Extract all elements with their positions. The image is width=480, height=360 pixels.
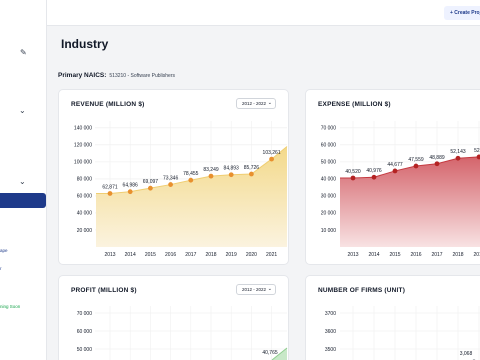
- y-tick-label: 40 000: [321, 177, 337, 183]
- revenue-point: [269, 156, 274, 162]
- revenue-point: [168, 182, 173, 187]
- profit-data-label: 40,765: [262, 350, 278, 356]
- revenue-data-label: 69,097: [143, 179, 159, 185]
- y-tick-label: 20 000: [321, 211, 337, 217]
- y-tick-label: 70 000: [77, 311, 93, 317]
- chevron-down-icon[interactable]: ⌄: [19, 107, 26, 115]
- revenue-card: REVENUE (MILLION $) 2012 - 2022 ⌄ 140 00…: [58, 89, 289, 265]
- y-tick-label: 3500: [325, 347, 336, 353]
- y-tick-label: 100 000: [74, 160, 92, 166]
- x-tick-label: 2018: [205, 252, 216, 258]
- y-tick-label: 60 000: [77, 194, 93, 200]
- firms-data-label: 3,068: [460, 351, 473, 357]
- expense-point: [350, 175, 356, 181]
- sidebar-item-ape[interactable]: ape: [0, 248, 8, 253]
- coming-soon-label: ning Soon: [0, 304, 21, 309]
- chevron-down-icon[interactable]: ⌄: [19, 178, 26, 186]
- expense-point: [371, 174, 377, 180]
- revenue-data-label: 84,893: [224, 166, 240, 172]
- expense-point: [455, 155, 461, 161]
- y-tick-label: 60 000: [77, 329, 93, 335]
- x-tick-label: 2017: [185, 252, 196, 258]
- create-project-button[interactable]: + Create Proj: [444, 6, 480, 20]
- y-tick-label: 120 000: [74, 143, 92, 149]
- sidebar-item-selected[interactable]: [0, 193, 46, 208]
- revenue-data-label: 83,249: [203, 167, 219, 173]
- expense-area: [340, 156, 480, 247]
- revenue-data-label: 78,455: [183, 171, 199, 177]
- profit-card: PROFIT (MILLION $) 2012 - 2022 ⌄ 70 000 6…: [58, 275, 289, 360]
- revenue-point: [249, 171, 254, 177]
- y-tick-label: 30 000: [321, 194, 337, 200]
- y-tick-label: 140 000: [74, 126, 92, 132]
- firms-chart: 3700 3600 3500 3,068: [325, 306, 480, 360]
- y-tick-label: 50 000: [321, 160, 337, 166]
- revenue-point: [188, 177, 194, 183]
- x-tick-label: 2021: [266, 252, 277, 258]
- x-tick-label: 2014: [368, 252, 379, 258]
- y-tick-label: 60 000: [321, 143, 337, 149]
- x-tick-label: 2015: [145, 252, 156, 258]
- y-tick-label: 3700: [325, 311, 336, 317]
- x-tick-label: 2019: [473, 252, 480, 258]
- naics-label: Primary NAICS:: [58, 72, 107, 79]
- y-tick-label: 10 000: [321, 228, 337, 234]
- x-tick-label: 2013: [347, 252, 358, 258]
- y-tick-label: 20 000: [77, 228, 93, 234]
- expense-data-label: 40,976: [366, 168, 382, 174]
- page-title: Industry: [61, 37, 109, 51]
- x-tick-label: 2016: [165, 252, 176, 258]
- y-tick-label: 80 000: [77, 177, 93, 183]
- expense-data-label: 52,9: [474, 148, 480, 154]
- x-tick-label: 2015: [389, 252, 400, 258]
- main-content: + Create Proj Industry Primary NAICS: 513…: [47, 0, 480, 360]
- y-tick-label: 3600: [325, 329, 336, 335]
- expense-chart: 70 000 60 000 50 000 40 000 30 000 20 000 10 0…: [321, 121, 480, 258]
- revenue-chart: 140 000 120 000 100 000 80 000 60 000 40 000 2…: [74, 121, 288, 258]
- revenue-data-label: 103,261: [263, 150, 281, 156]
- revenue-point: [127, 189, 133, 195]
- revenue-data-label: 85,726: [244, 165, 260, 171]
- expense-data-label: 40,520: [345, 169, 361, 175]
- expense-data-label: 47,559: [408, 157, 424, 163]
- x-tick-label: 2013: [104, 252, 115, 258]
- x-tick-label: 2020: [246, 252, 257, 258]
- expense-point: [413, 163, 419, 169]
- x-tick-label: 2018: [452, 252, 463, 258]
- edit-icon[interactable]: ✎: [20, 49, 27, 57]
- sidebar-item-r[interactable]: r: [0, 266, 2, 271]
- sidebar: ✎ ⌄ ⌄ ape r ning Soon: [0, 0, 47, 360]
- y-tick-label: 70 000: [321, 126, 337, 132]
- naics-value: 513210 - Software Publishers: [109, 73, 175, 79]
- revenue-data-label: 73,346: [163, 176, 179, 182]
- expense-data-label: 52,143: [450, 149, 466, 155]
- primary-naics: Primary NAICS: 513210 - Software Publishe…: [58, 72, 175, 79]
- x-tick-label: 2017: [431, 252, 442, 258]
- x-tick-label: 2014: [125, 252, 136, 258]
- revenue-data-label: 64,986: [123, 183, 139, 189]
- y-tick-label: 50 000: [77, 347, 93, 353]
- revenue-point: [228, 172, 234, 178]
- y-tick-label: 40 000: [77, 211, 93, 217]
- expense-data-label: 48,889: [429, 155, 445, 161]
- firms-card: NUMBER OF FIRMS (UNIT) 3700 3600 3500 3,068: [305, 275, 480, 360]
- expense-point: [434, 161, 440, 167]
- x-tick-label: 2019: [226, 252, 237, 258]
- expense-point: [392, 168, 398, 174]
- revenue-point: [107, 191, 113, 196]
- revenue-data-label: 62,871: [102, 184, 118, 190]
- x-tick-label: 2016: [410, 252, 421, 258]
- expense-data-label: 44,677: [387, 162, 403, 168]
- top-bar: + Create Proj: [47, 0, 480, 26]
- revenue-point: [208, 173, 214, 179]
- profit-chart: 70 000 60 000 50 000 40,765: [77, 306, 288, 360]
- expense-card: EXPENSE (MILLION $) 70 000 60 000 50 000 40…: [305, 89, 480, 265]
- revenue-point: [148, 185, 153, 191]
